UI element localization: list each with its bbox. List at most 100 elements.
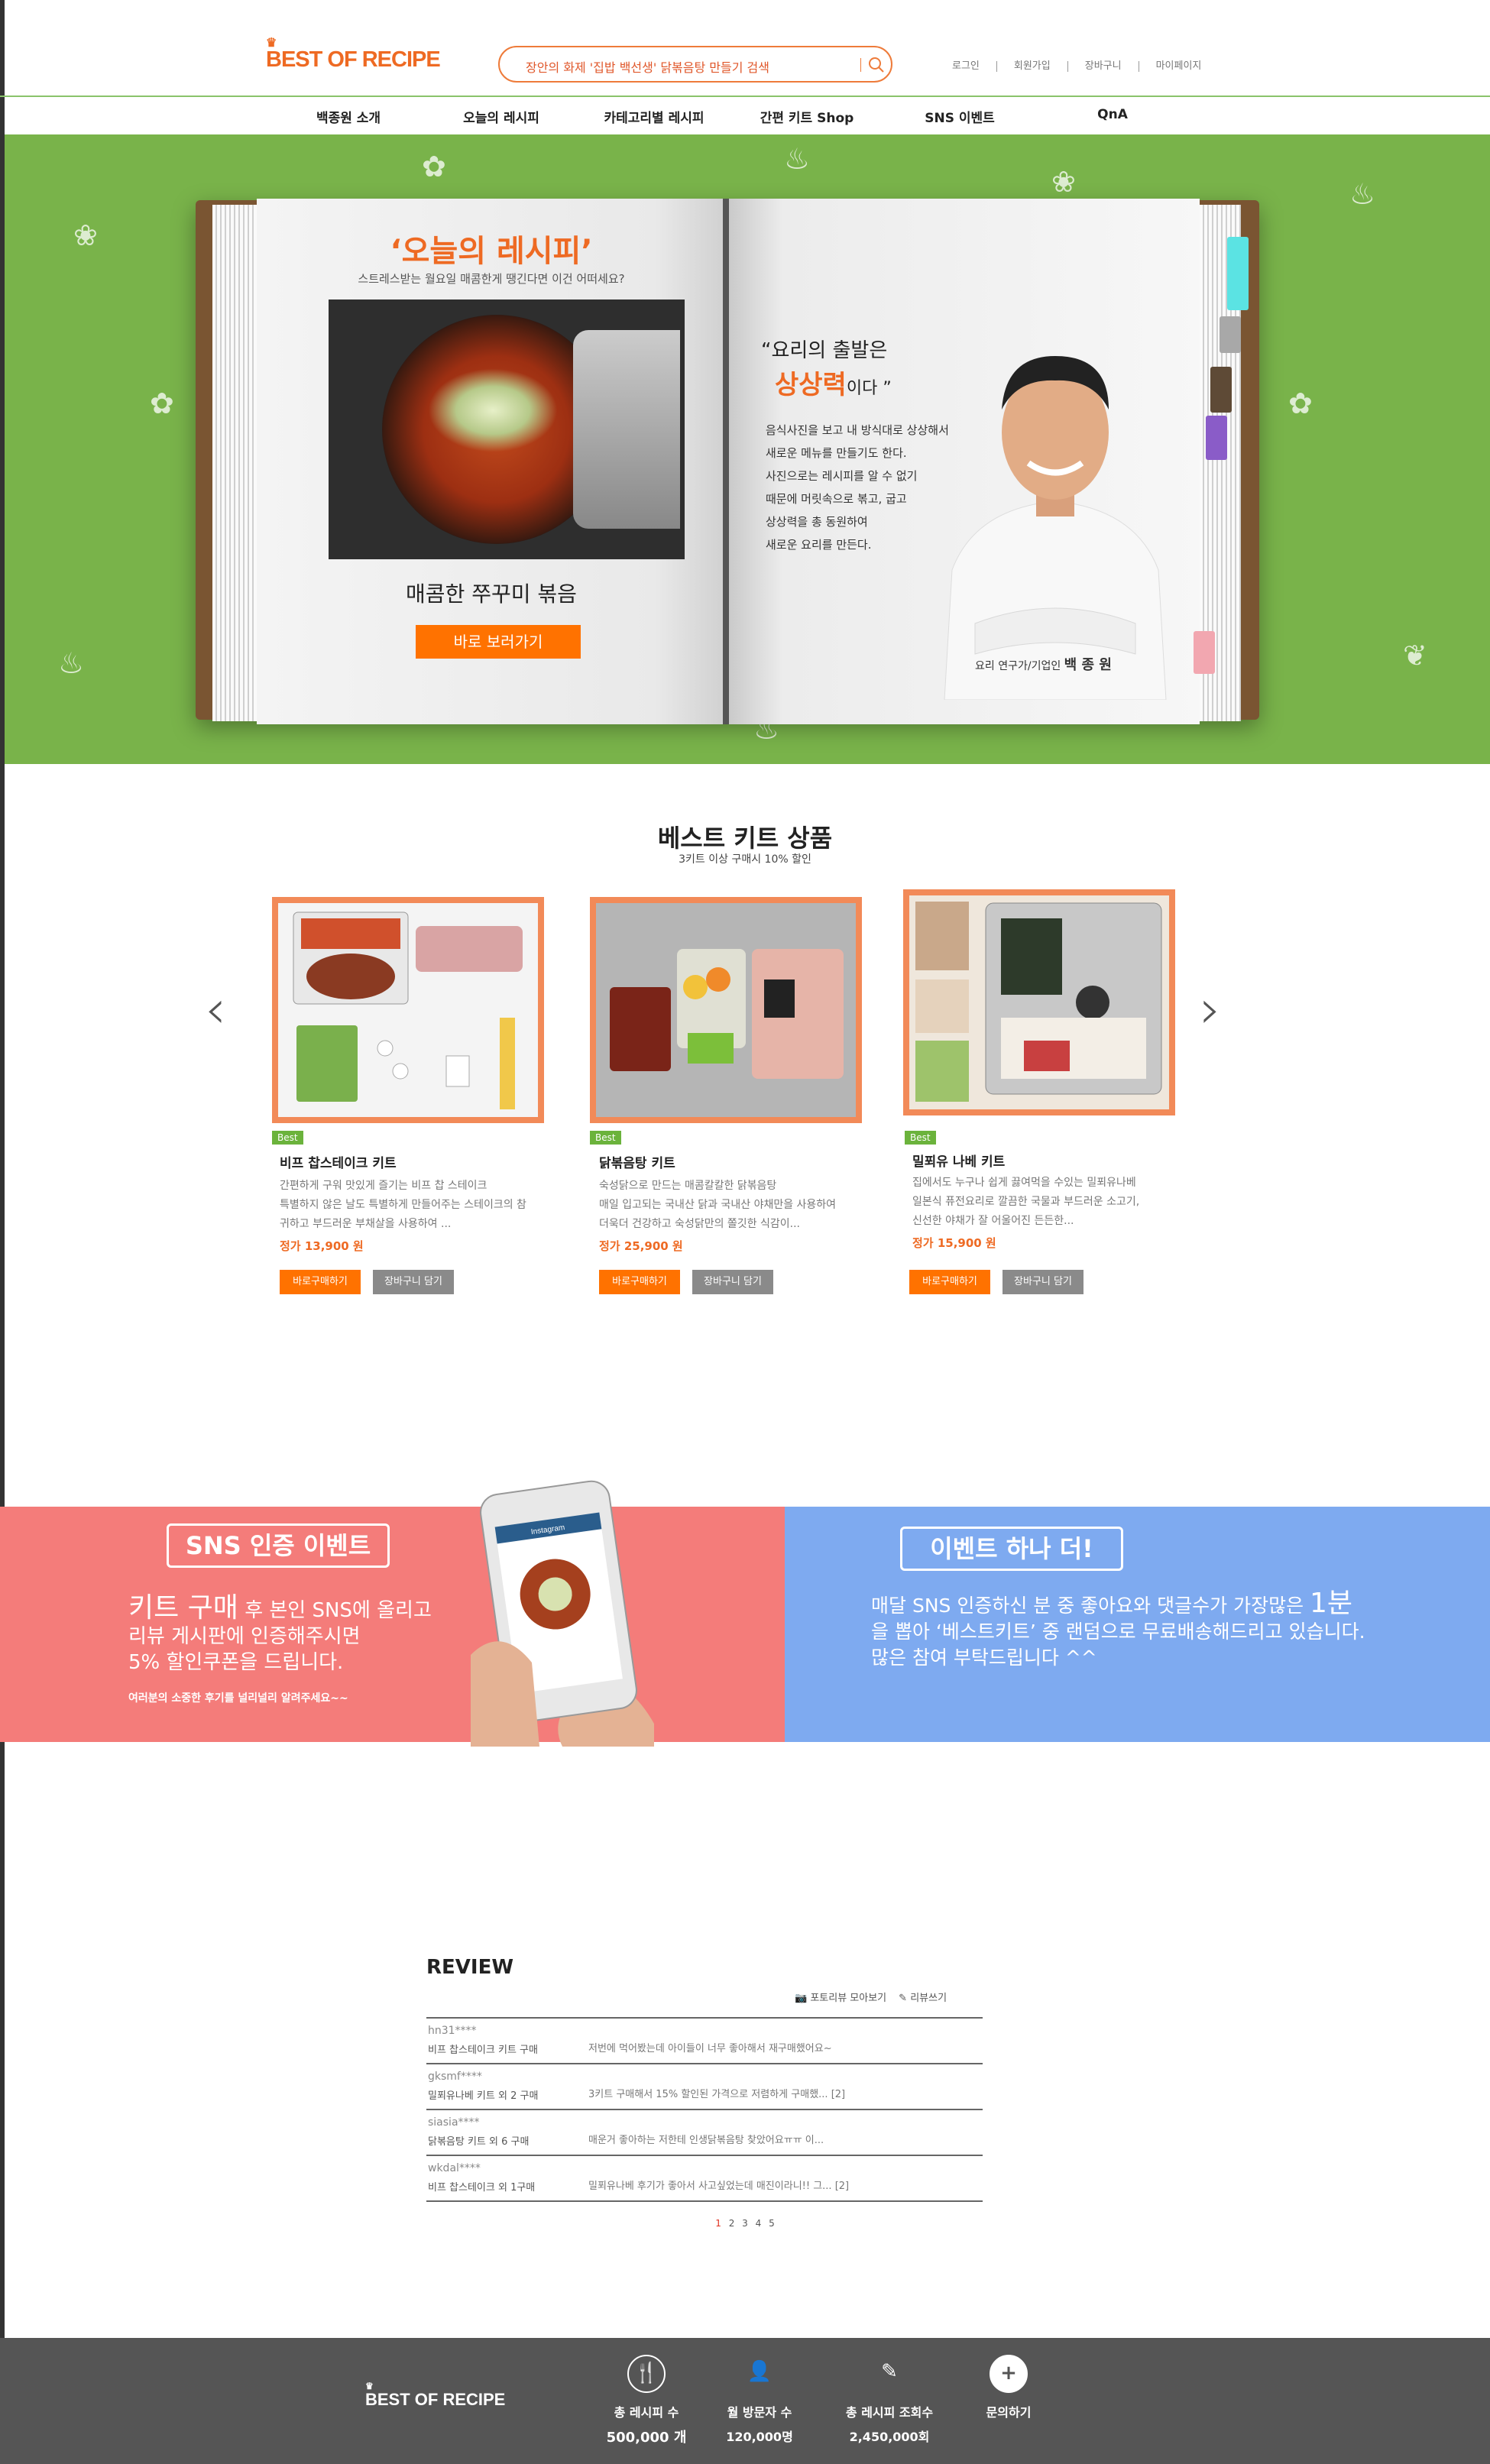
stat-label: 총 레시피 수 xyxy=(614,2405,679,2420)
review-user: hn31**** xyxy=(428,2025,477,2037)
broccoli-doodle-icon: ✿ xyxy=(422,150,446,183)
kit-image-steak[interactable] xyxy=(272,897,544,1123)
site-logo[interactable]: ♛ BEST OF RECIPE xyxy=(266,37,441,73)
chef-caption: 요리 연구가/기업인 백 종 원 xyxy=(975,654,1112,674)
review-product: 밀푀유나베 키트 외 2 구매 xyxy=(428,2090,539,2102)
buy-now-button[interactable]: 바로구매하기 xyxy=(599,1270,680,1294)
plus-icon: + xyxy=(990,2355,1028,2393)
signup-link[interactable]: 회원가입 xyxy=(996,61,1067,72)
photo-review-link[interactable]: 📷 포토리뷰 모아보기 xyxy=(795,1990,886,2004)
book-tab-cyan[interactable] xyxy=(1227,237,1249,310)
kit-name[interactable]: 닭볶음탕 키트 xyxy=(599,1152,675,1171)
search-icon[interactable] xyxy=(866,55,886,75)
review-tools: 📷 포토리뷰 모아보기 ✎ 리뷰쓰기 xyxy=(795,1990,947,2004)
kit-price: 정가 13,900 원 xyxy=(280,1239,364,1253)
extra-event-line-3: 많은 참여 부탁드립니다 ^^ xyxy=(871,1646,1097,1669)
kit-image-chicken[interactable] xyxy=(590,897,862,1123)
chef-portrait xyxy=(944,356,1167,700)
one-person-highlight: 1분 xyxy=(1310,1588,1353,1619)
sns-event-line-2: 리뷰 게시판에 인증해주시면 xyxy=(128,1625,361,1648)
sns-event-title: SNS 인증 이벤트 xyxy=(167,1523,390,1568)
contact-button[interactable]: + 문의하기 xyxy=(947,2355,1070,2420)
sns-event-line-rest: 후 본인 SNS에 올리고 xyxy=(238,1599,432,1622)
page-edges-left xyxy=(212,205,258,721)
carrot-doodle-icon: ❦ xyxy=(1403,639,1427,672)
buy-now-button[interactable]: 바로구매하기 xyxy=(280,1270,361,1294)
best-badge: Best xyxy=(905,1131,936,1145)
cart-link[interactable]: 장바구니 xyxy=(1067,61,1139,72)
page-link[interactable]: 2 xyxy=(729,2218,735,2229)
add-to-cart-button[interactable]: 장바구니 담기 xyxy=(373,1270,454,1294)
search-input[interactable]: 장안의 화제 '집밥 백선생' 닭볶음탕 만들기 검색 xyxy=(526,57,769,76)
best-badge: Best xyxy=(272,1131,303,1145)
sns-event-line-3: 5% 할인쿠폰을 드립니다. xyxy=(128,1651,344,1674)
sns-event-note: 여러분의 소중한 후기를 널리널리 알려주세요~~ xyxy=(128,1692,348,1705)
review-product: 닭볶음탕 키트 외 6 구매 xyxy=(428,2136,530,2148)
add-to-cart-button[interactable]: 장바구니 담기 xyxy=(692,1270,773,1294)
review-row[interactable]: siasia**** 닭볶음탕 키트 외 6 구매 매운거 좋아하는 저한테 인… xyxy=(426,2110,983,2156)
pagination: 1 2 3 4 5 xyxy=(0,2218,1490,2229)
search-bar[interactable]: 장안의 화제 '집밥 백선생' 닭볶음탕 만들기 검색 xyxy=(498,46,892,83)
stat-total-recipes: 🍴 총 레시피 수 500,000 개 xyxy=(585,2355,708,2446)
stat-monthly-visitors: 👤 월 방문자 수 120,000명 xyxy=(698,2355,821,2445)
buy-now-button[interactable]: 바로구매하기 xyxy=(909,1270,990,1294)
nav-item-about[interactable]: 백종원 소개 xyxy=(272,107,425,126)
nabe-kit-photo xyxy=(909,895,1169,1109)
main-nav: 백종원 소개 오늘의 레시피 카테고리별 레시피 간편 키트 Shop SNS … xyxy=(272,107,1189,126)
stat-label: 문의하기 xyxy=(986,2405,1032,2420)
book-tab-purple[interactable] xyxy=(1206,416,1227,460)
page-link[interactable]: 5 xyxy=(769,2218,775,2229)
login-link[interactable]: 로그인 xyxy=(952,61,996,72)
header-divider xyxy=(0,96,1490,97)
review-product: 비프 찹스테이크 키트 구매 xyxy=(428,2045,538,2056)
user-icon: 👤 xyxy=(747,2360,773,2383)
nav-item-shop[interactable]: 간편 키트 Shop xyxy=(730,107,883,126)
stat-label: 월 방문자 수 xyxy=(727,2405,792,2420)
review-row[interactable]: gksmf**** 밀푀유나베 키트 외 2 구매 3키트 구매해서 15% 할… xyxy=(426,2064,983,2110)
kit-image-nabe[interactable] xyxy=(903,889,1175,1115)
nav-item-sns[interactable]: SNS 이벤트 xyxy=(883,107,1036,126)
nav-item-today[interactable]: 오늘의 레시피 xyxy=(425,107,578,126)
dish-name: 매콤한 쭈꾸미 볶음 xyxy=(406,581,577,607)
view-recipe-button[interactable]: 바로 보러가기 xyxy=(416,625,581,659)
review-product: 비프 찹스테이크 외 1구매 xyxy=(428,2182,536,2194)
kit-name[interactable]: 비프 찹스테이크 키트 xyxy=(280,1152,397,1171)
nav-item-qna[interactable]: QnA xyxy=(1036,107,1189,126)
review-text[interactable]: 저번에 먹어봤는데 아이들이 너무 좋아해서 재구매했어요~ xyxy=(588,2040,832,2054)
page-link[interactable]: 3 xyxy=(742,2218,748,2229)
edit-icon: ✎ xyxy=(881,2360,898,2383)
smartphone-hand-image: Instagram xyxy=(471,1480,654,1747)
dish-photo xyxy=(329,300,685,559)
review-text[interactable]: 3키트 구매해서 15% 할인된 가격으로 저렴하게 구매했... [2] xyxy=(588,2086,845,2100)
extra-event-title: 이벤트 하나 더! xyxy=(900,1527,1123,1571)
chevron-right-icon[interactable]: › xyxy=(1200,978,1221,1041)
review-row[interactable]: hn31**** 비프 찹스테이크 키트 구매 저번에 먹어봤는데 아이들이 너… xyxy=(426,2019,983,2064)
review-text[interactable]: 밀푀유나베 후기가 좋아서 사고싶었는데 매진이라니!! 그... [2] xyxy=(588,2177,849,2192)
quote-close: 이다 ” xyxy=(846,379,892,398)
footer-logo[interactable]: ♛ BEST OF RECIPE xyxy=(365,2381,505,2410)
page-link[interactable]: 1 xyxy=(715,2218,721,2229)
book-tab-gray[interactable] xyxy=(1220,316,1241,353)
extra-event-line-1: 매달 SNS 인증하신 분 중 좋아요와 댓글수가 가장많은 1분 xyxy=(871,1588,1365,1619)
add-to-cart-button[interactable]: 장바구니 담기 xyxy=(1003,1270,1083,1294)
review-title: REVIEW xyxy=(426,1956,514,1979)
chevron-left-icon[interactable]: ‹ xyxy=(205,978,226,1041)
best-kits-subtitle: 3키트 이상 구매시 10% 할인 xyxy=(679,853,811,866)
mypage-link[interactable]: 마이페이지 xyxy=(1138,61,1219,72)
kit-description: 집에서도 누구나 쉽게 끓여먹을 수있는 밀푀유나베 일본식 퓨전요리로 깔끔한… xyxy=(912,1174,1187,1231)
write-review-link[interactable]: ✎ 리뷰쓰기 xyxy=(899,1990,947,2004)
review-text[interactable]: 매운거 좋아하는 저한테 인생닭볶음탕 찾았어요ㅠㅠ 이... xyxy=(588,2132,824,2146)
review-row[interactable]: wkdal**** 비프 찹스테이크 외 1구매 밀푀유나베 후기가 좋아서 사… xyxy=(426,2156,983,2202)
page-link[interactable]: 4 xyxy=(756,2218,762,2229)
stat-value: 120,000명 xyxy=(726,2430,793,2444)
kit-name[interactable]: 밀푀유 나베 키트 xyxy=(912,1151,1005,1170)
kit-description-line: 귀하고 부드러운 부채살을 사용하여 ... xyxy=(280,1218,452,1230)
book-tab-pink[interactable] xyxy=(1194,631,1215,674)
nav-item-category[interactable]: 카테고리별 레시피 xyxy=(578,107,730,126)
sns-event-text: 키트 구매 후 본인 SNS에 올리고 리뷰 게시판에 인증해주시면 5% 할인… xyxy=(128,1595,432,1676)
book-tab-brown[interactable] xyxy=(1210,367,1232,413)
kit-price: 정가 25,900 원 xyxy=(599,1239,683,1253)
kit-description: 간편하게 구워 맛있게 즐기는 비프 찹 스테이크 특별하지 않은 날도 특별하… xyxy=(280,1177,555,1234)
kit-description-line: 일본식 퓨전요리로 깔끔한 국물과 부드러운 소고기, xyxy=(912,1196,1140,1208)
extra-event-line-2: 을 뽑아 ‘베스트키트’ 중 랜덤으로 무료배송해드리고 있습니다. xyxy=(871,1621,1365,1643)
